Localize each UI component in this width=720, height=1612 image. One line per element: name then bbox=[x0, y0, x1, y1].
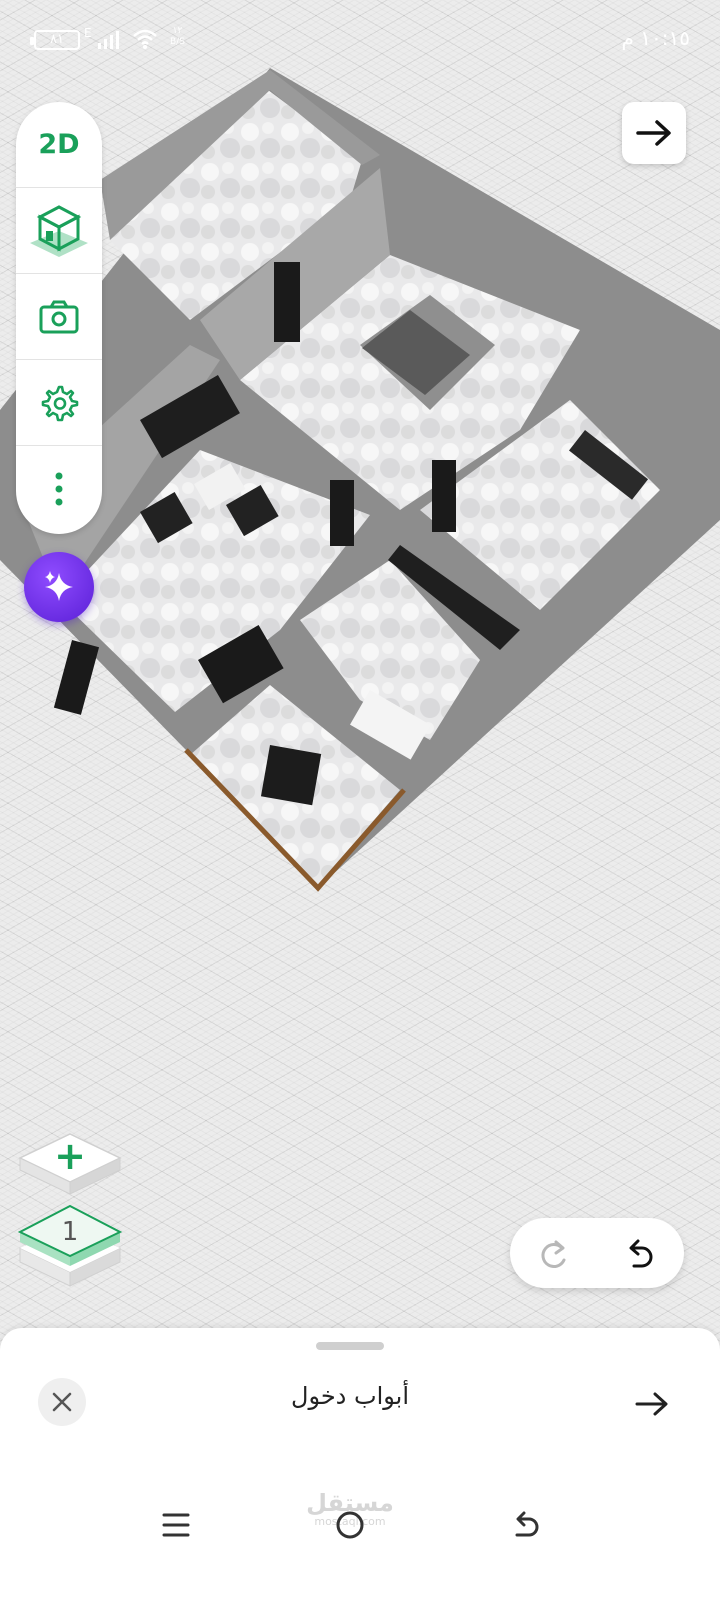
menu-icon bbox=[162, 1513, 190, 1537]
gear-icon bbox=[41, 385, 79, 421]
view-3d-button[interactable] bbox=[16, 188, 102, 274]
system-nav-bar: مستقل mostaql.com bbox=[0, 1478, 720, 1612]
current-floor-label: 1 bbox=[61, 1217, 79, 1247]
close-button[interactable] bbox=[38, 1378, 86, 1426]
view-2d-label: 2D bbox=[38, 129, 80, 160]
back-icon bbox=[515, 1511, 539, 1537]
entrance-door bbox=[330, 480, 354, 546]
sheet-forward-button[interactable] bbox=[630, 1384, 674, 1424]
floor-1-button[interactable]: 1 bbox=[16, 1200, 124, 1290]
nav-home-button[interactable] bbox=[320, 1500, 380, 1550]
nav-back-button[interactable] bbox=[496, 1500, 556, 1550]
undo-icon bbox=[629, 1239, 653, 1268]
speed-unit: B/S bbox=[170, 37, 185, 47]
add-floor-button[interactable]: + bbox=[16, 1128, 124, 1200]
bedroom-door bbox=[274, 262, 300, 342]
more-button[interactable] bbox=[16, 446, 102, 532]
status-time: ١٠:١٥ م bbox=[621, 26, 690, 50]
redo-button[interactable] bbox=[530, 1228, 580, 1278]
sheet-grabber[interactable] bbox=[316, 1342, 384, 1350]
home-circle-icon bbox=[336, 1511, 364, 1539]
arrow-right-icon bbox=[635, 1392, 668, 1416]
forward-button[interactable] bbox=[622, 102, 686, 164]
view-3d-icon bbox=[30, 204, 88, 257]
battery-icon: ٨١ bbox=[30, 30, 80, 50]
close-icon bbox=[52, 1392, 72, 1412]
wifi-icon bbox=[133, 29, 157, 49]
speed-value: ١٢ bbox=[172, 26, 183, 36]
add-floor-label: + bbox=[54, 1134, 86, 1178]
battery-level: ٨١ bbox=[50, 32, 64, 47]
network-type: E bbox=[84, 26, 92, 40]
view-2d-button[interactable]: 2D bbox=[16, 102, 102, 188]
camera-icon bbox=[39, 300, 79, 333]
ai-assistant-button[interactable] bbox=[24, 552, 94, 622]
undo-button[interactable] bbox=[614, 1228, 664, 1278]
more-vertical-icon bbox=[55, 472, 63, 506]
balcony-table bbox=[260, 744, 322, 806]
bottom-sheet: أبواب دخول bbox=[0, 1328, 720, 1478]
arrow-right-icon bbox=[636, 120, 671, 146]
redo-icon bbox=[541, 1240, 566, 1268]
bathroom-door bbox=[432, 460, 456, 532]
camera-button[interactable] bbox=[16, 274, 102, 360]
network-speed: ١٢ B/S bbox=[170, 26, 185, 48]
sheet-title: أبواب دخول bbox=[291, 1382, 409, 1410]
undo-redo-pill bbox=[510, 1218, 684, 1288]
sparkle-icon bbox=[45, 571, 73, 601]
signal-icon bbox=[98, 31, 119, 49]
nav-menu-button[interactable] bbox=[146, 1500, 206, 1550]
view-toolbar: 2D bbox=[16, 102, 102, 534]
floor-plan-3d-view[interactable] bbox=[0, 60, 720, 920]
settings-button[interactable] bbox=[16, 360, 102, 446]
outer-window bbox=[53, 640, 100, 715]
